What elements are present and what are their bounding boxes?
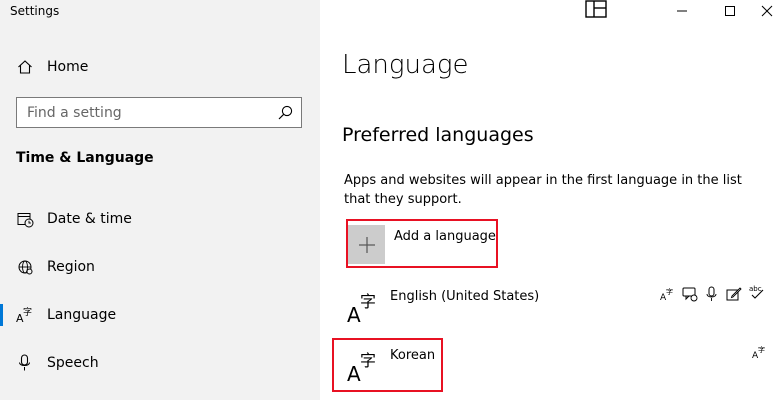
sidebar-item-label: Language — [47, 307, 117, 323]
calendar-clock-icon — [16, 210, 34, 228]
sidebar-item-label: Home — [47, 59, 89, 75]
home-icon — [16, 58, 34, 76]
maximize-icon — [724, 2, 736, 21]
highlight-box — [332, 338, 443, 392]
display-language-icon: A字 — [752, 344, 768, 361]
search-icon[interactable] — [277, 104, 295, 122]
language-icon: A 字 — [16, 306, 34, 324]
plus-icon — [348, 225, 385, 264]
close-icon — [761, 2, 773, 21]
sidebar-item-speech[interactable]: Speech — [0, 343, 320, 383]
add-language-button[interactable]: Add a language — [346, 219, 498, 268]
window-title: Settings — [10, 4, 60, 18]
section-heading: Preferred languages — [342, 124, 534, 146]
minimize-button[interactable] — [662, 0, 702, 22]
sidebar-item-date-time[interactable]: Date & time — [0, 199, 320, 239]
svg-text:字: 字 — [23, 306, 32, 318]
language-icon: A 字 — [346, 289, 380, 327]
display-language-icon: A字 — [660, 286, 676, 303]
svg-text:字: 字 — [666, 287, 673, 296]
page-title: Language — [342, 50, 469, 80]
sidebar: Settings Home Time & Language Date & tim… — [0, 0, 320, 400]
sidebar-item-language[interactable]: A 字 Language — [0, 295, 320, 335]
maximize-button[interactable] — [710, 0, 750, 22]
search-box — [16, 97, 302, 128]
sidebar-item-label: Region — [47, 259, 95, 275]
svg-text:A: A — [347, 303, 361, 323]
handwriting-icon — [726, 286, 742, 302]
search-input[interactable] — [17, 98, 277, 127]
minimize-icon — [676, 2, 688, 21]
close-button[interactable] — [750, 0, 784, 22]
description-text: Apps and websites will appear in the fir… — [344, 173, 742, 207]
language-name: English (United States) — [390, 289, 540, 304]
sidebar-item-label: Speech — [47, 355, 99, 371]
globe-icon — [16, 258, 34, 276]
add-language-label: Add a language — [394, 229, 496, 244]
svg-text:abc: abc — [749, 285, 762, 293]
microphone-icon — [704, 286, 720, 302]
snap-layout-icon — [585, 0, 607, 22]
section-title: Time & Language — [16, 150, 154, 166]
sidebar-item-home[interactable]: Home — [0, 47, 320, 87]
svg-text:字: 字 — [360, 292, 376, 311]
snap-layout-button[interactable] — [576, 0, 616, 22]
sidebar-item-label: Date & time — [47, 211, 132, 227]
sidebar-item-region[interactable]: Region — [0, 247, 320, 287]
microphone-icon — [16, 354, 34, 372]
spellcheck-icon: abc — [748, 283, 764, 299]
speech-icon — [682, 286, 698, 302]
language-item-english[interactable]: A 字 English (United States) A字 abc — [334, 283, 774, 333]
svg-text:字: 字 — [758, 345, 765, 354]
